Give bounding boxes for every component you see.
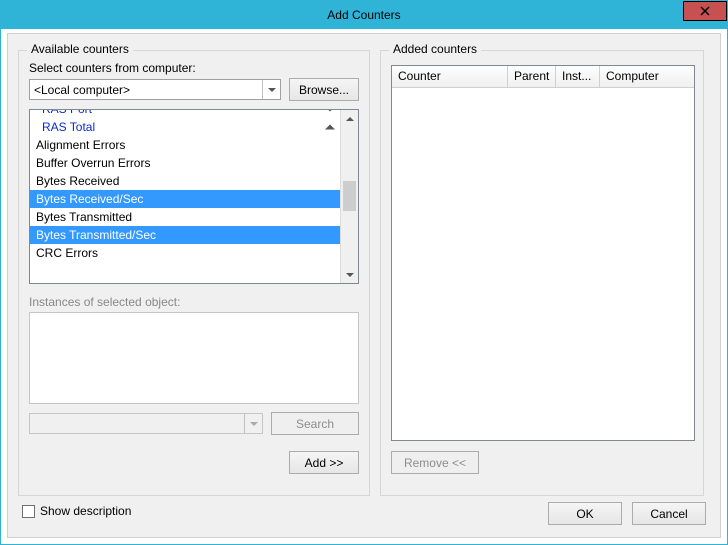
chevron-down-icon bbox=[244, 414, 262, 433]
cancel-button[interactable]: Cancel bbox=[632, 502, 706, 525]
group-available-legend: Available counters bbox=[27, 42, 133, 56]
window-title: Add Counters bbox=[327, 8, 400, 22]
counter-item[interactable]: Buffer Overrun Errors bbox=[30, 154, 341, 172]
chevron-up-icon bbox=[346, 117, 354, 121]
counter-category-ras-port[interactable]: RAS Port bbox=[30, 110, 341, 118]
chevron-down-icon bbox=[262, 80, 280, 99]
ok-button[interactable]: OK bbox=[548, 502, 622, 525]
scroll-thumb[interactable] bbox=[343, 181, 356, 211]
titlebar: Add Counters bbox=[1, 1, 727, 29]
counter-item[interactable]: Alignment Errors bbox=[30, 136, 341, 154]
close-icon bbox=[700, 6, 710, 16]
computer-combo-value: <Local computer> bbox=[34, 83, 262, 97]
col-counter[interactable]: Counter bbox=[392, 66, 508, 87]
col-computer[interactable]: Computer bbox=[600, 66, 694, 87]
select-computer-label: Select counters from computer: bbox=[29, 61, 196, 75]
checkbox-icon bbox=[22, 505, 35, 518]
counter-tree[interactable]: RAS Port RAS Total Alignment Errors Buff… bbox=[29, 109, 359, 284]
counter-item[interactable]: CRC Errors bbox=[30, 244, 341, 262]
add-counters-window: Add Counters Available counters Select c… bbox=[0, 0, 728, 545]
counter-item[interactable]: Bytes Transmitted bbox=[30, 208, 341, 226]
chevron-down-icon bbox=[346, 273, 354, 277]
group-added-counters: Added counters Counter Parent Inst... Co… bbox=[380, 50, 704, 496]
counter-category-ras-total[interactable]: RAS Total bbox=[30, 118, 341, 136]
col-inst[interactable]: Inst... bbox=[556, 66, 600, 87]
counter-tree-scrollbar[interactable] bbox=[340, 110, 358, 283]
instances-label: Instances of selected object: bbox=[29, 295, 180, 309]
add-button[interactable]: Add >> bbox=[289, 451, 359, 474]
search-button: Search bbox=[271, 412, 359, 435]
client-area: Available counters Select counters from … bbox=[7, 33, 721, 538]
scroll-up-button[interactable] bbox=[341, 110, 358, 127]
scroll-down-button[interactable] bbox=[341, 266, 358, 283]
close-button[interactable] bbox=[683, 1, 727, 21]
counter-item[interactable]: Bytes Received bbox=[30, 172, 341, 190]
group-added-legend: Added counters bbox=[389, 42, 481, 56]
browse-button[interactable]: Browse... bbox=[289, 78, 359, 101]
instance-filter-combo bbox=[29, 413, 263, 434]
remove-button: Remove << bbox=[391, 451, 479, 474]
col-parent[interactable]: Parent bbox=[508, 66, 556, 87]
added-table[interactable]: Counter Parent Inst... Computer bbox=[391, 65, 695, 441]
instances-listbox[interactable] bbox=[29, 312, 359, 404]
scroll-track[interactable] bbox=[341, 127, 358, 266]
group-available-counters: Available counters Select counters from … bbox=[18, 50, 370, 496]
counter-item[interactable]: Bytes Received/Sec bbox=[30, 190, 341, 208]
show-description-checkbox[interactable]: Show description bbox=[22, 504, 131, 518]
counter-tree-items: RAS Port RAS Total Alignment Errors Buff… bbox=[30, 110, 341, 283]
computer-combo[interactable]: <Local computer> bbox=[29, 79, 281, 100]
added-table-header: Counter Parent Inst... Computer bbox=[392, 66, 694, 88]
counter-item[interactable]: Bytes Transmitted/Sec bbox=[30, 226, 341, 244]
